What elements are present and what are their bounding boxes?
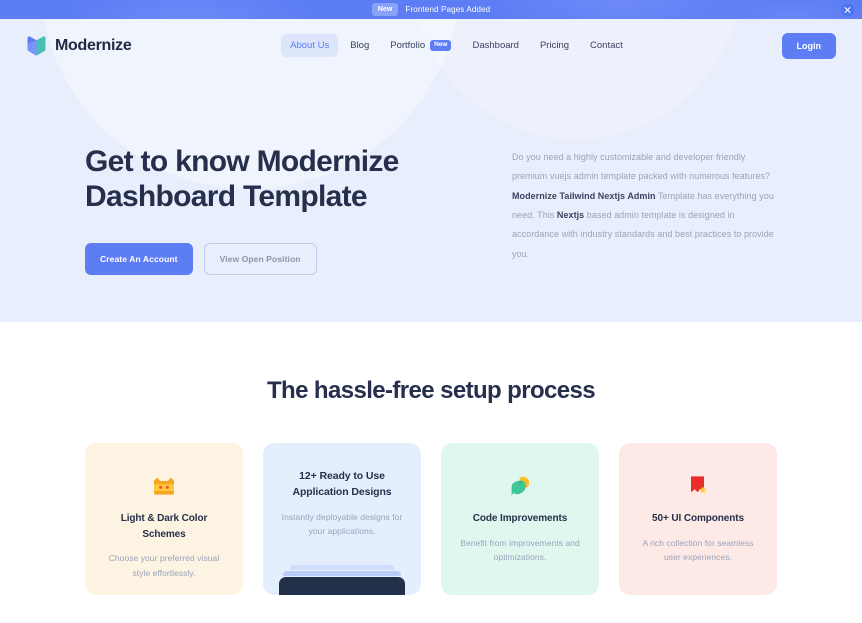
feature-card-description: A rich collection for seamless user expe… [642, 537, 754, 563]
nav-new-badge: New [430, 40, 452, 51]
device-layer-mid [290, 565, 394, 570]
nav-menu: About Us Blog Portfolio New Dashboard Pr… [281, 34, 632, 57]
feature-card-description: Instantly deployable designs for your ap… [281, 511, 403, 537]
announcement-banner: New Frontend Pages Added [0, 0, 862, 19]
hero-section: Modernize About Us Blog Portfolio New Da… [0, 19, 862, 322]
feature-card-title: 50+ UI Components [652, 513, 744, 524]
nav-label: About Us [290, 40, 330, 51]
view-open-position-button[interactable]: View Open Position [203, 242, 317, 275]
feature-card-description: Choose your preferred visual style effor… [108, 553, 220, 578]
nav-item-blog[interactable]: Blog [341, 34, 378, 57]
color-palette-icon [99, 471, 229, 501]
brand-name: Modernize [55, 36, 132, 54]
feature-card-title-line-1: 12+ Ready to Use [299, 470, 385, 482]
device-layer-back [298, 559, 386, 564]
hero-title-line-2: Dashboard Template [85, 180, 368, 214]
create-account-button[interactable]: Create An Account [85, 242, 193, 275]
hero-right-column: Do you need a highly customizable and de… [512, 144, 780, 275]
laptop-device-graphic [279, 559, 405, 595]
hero-title-line-1: Get to know Modernize [85, 145, 399, 178]
nav-item-dashboard[interactable]: Dashboard [463, 34, 527, 57]
hero-title: Get to know Modernize Dashboard Template [85, 144, 460, 215]
device-layer-front [283, 571, 401, 576]
nav-label: Pricing [539, 40, 570, 51]
feature-card-title: Code Improvements [472, 513, 568, 524]
feature-card-color-schemes[interactable]: Light & Dark Color Schemes Choose your p… [85, 443, 243, 595]
hero-paragraph-bold-2: Nextjs [556, 210, 585, 221]
feature-card-code-improvements[interactable]: Code Improvements Benefit from improveme… [441, 443, 599, 595]
main-navbar: Modernize About Us Blog Portfolio New Da… [0, 19, 862, 72]
hero-paragraph: Do you need a highly customizable and de… [512, 148, 780, 264]
features-heading: The hassle-free setup process [266, 377, 596, 404]
feature-card-title: 12+ Ready to Use Application Designs [277, 468, 407, 501]
close-icon [844, 6, 851, 13]
device-body [279, 577, 405, 595]
code-leaf-icon [455, 471, 585, 501]
login-button[interactable]: Login [781, 32, 836, 59]
feature-card-title: Light & Dark Color Schemes [120, 513, 208, 540]
hero-paragraph-part-1: Do you need a highly customizable and de… [512, 152, 771, 182]
banner-new-badge: New [371, 3, 399, 16]
brand-logo[interactable]: Modernize [26, 35, 132, 57]
nav-item-portfolio[interactable]: Portfolio New [381, 34, 460, 57]
hero-left-column: Get to know Modernize Dashboard Template… [85, 144, 460, 275]
nav-label: Dashboard [472, 40, 519, 51]
nav-label: Contact [590, 40, 623, 51]
nav-item-pricing[interactable]: Pricing [531, 34, 578, 57]
nav-label: Blog [350, 40, 370, 51]
feature-card-ui-components[interactable]: 50+ UI Components A rich collection for … [619, 443, 777, 595]
feature-card-title-line-2: Application Designs [292, 486, 392, 499]
hero-content: Get to know Modernize Dashboard Template… [0, 72, 862, 275]
nav-item-contact[interactable]: Contact [581, 34, 632, 57]
feature-card-application-designs[interactable]: 12+ Ready to Use Application Designs Ins… [263, 443, 421, 595]
features-section: The hassle-free setup process Light & Da… [0, 322, 862, 595]
nav-item-about-us[interactable]: About Us [281, 34, 339, 57]
modernize-logo-icon [26, 35, 47, 57]
hero-paragraph-bold-1: Modernize Tailwind Nextjs Admin [512, 190, 656, 201]
feature-card-description: Benefit from improvements and optimizati… [460, 537, 580, 563]
banner-close-button[interactable] [841, 3, 854, 16]
bookmark-star-icon [633, 471, 763, 501]
nav-label: Portfolio [390, 40, 426, 51]
hero-actions: Create An Account View Open Position [85, 242, 460, 275]
banner-message: Frontend Pages Added [405, 5, 491, 14]
feature-cards-row: Light & Dark Color Schemes Choose your p… [0, 405, 862, 595]
